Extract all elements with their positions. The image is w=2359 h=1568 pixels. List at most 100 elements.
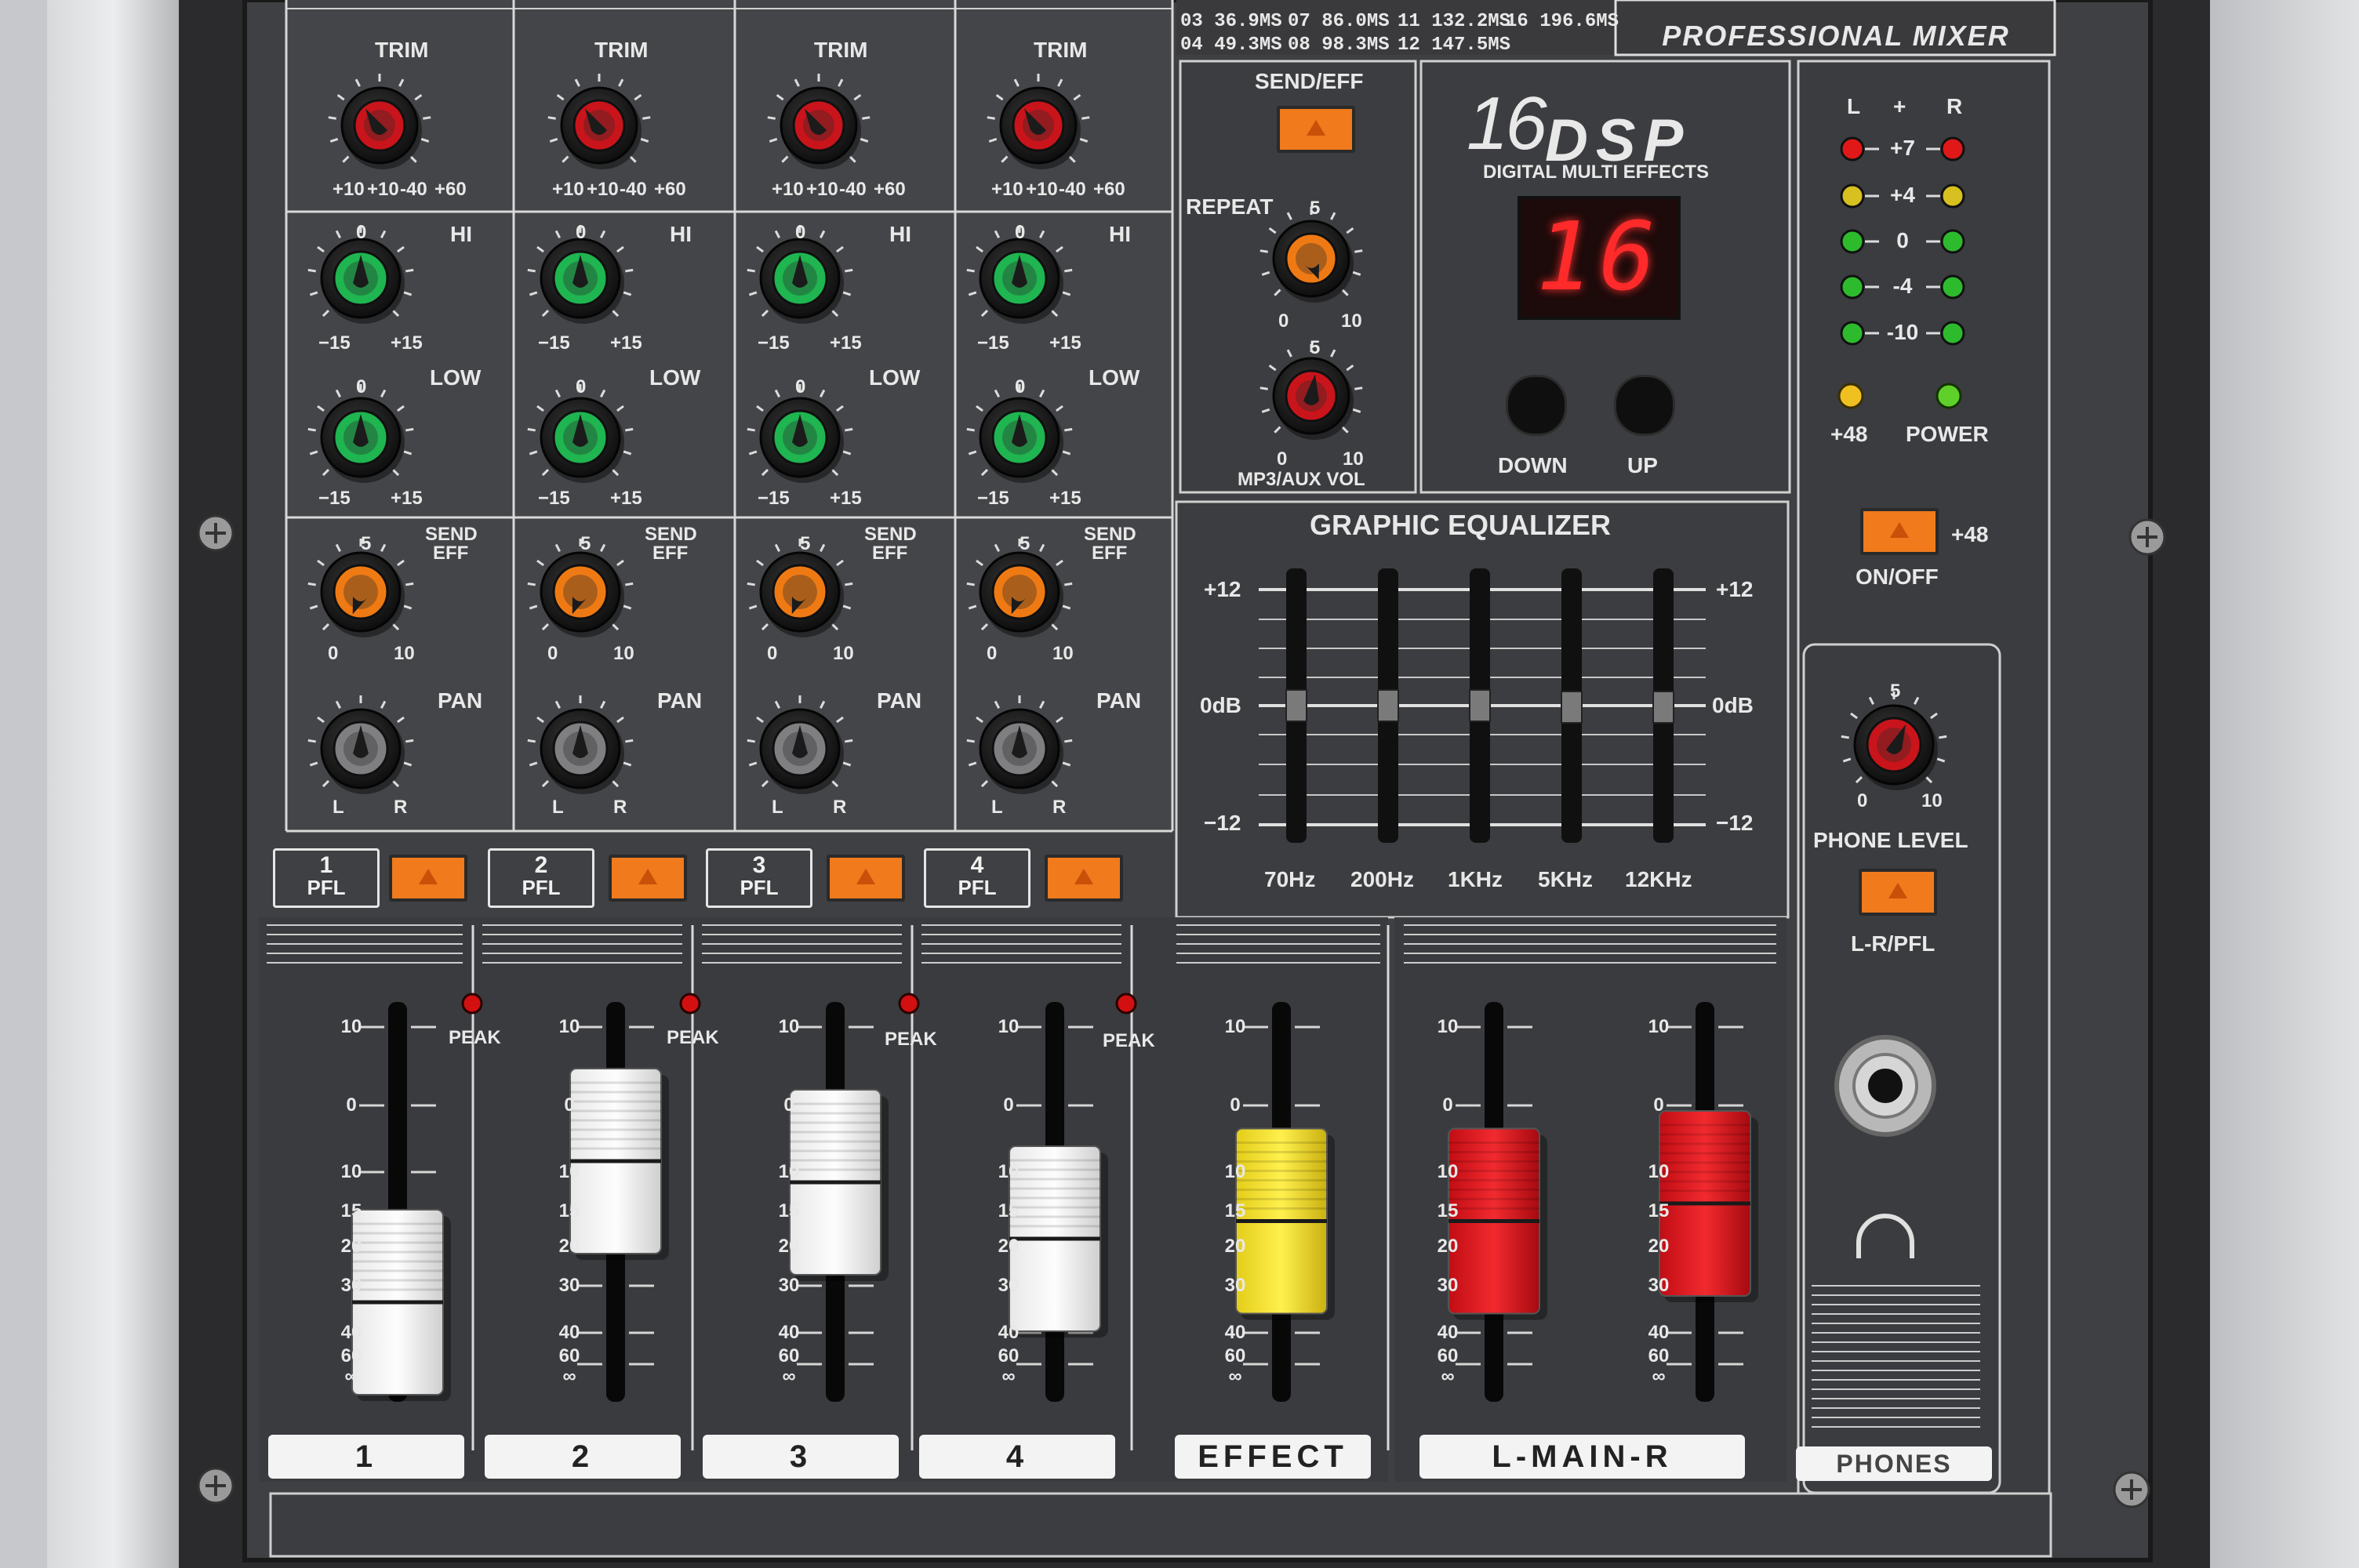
meter-r-label: R [1946, 94, 1963, 118]
send-eff-button[interactable] [1277, 106, 1355, 153]
trim-scale-ch3: -40 [839, 179, 867, 200]
geq-slider-200hz[interactable] [1370, 568, 1406, 843]
fader-scale-label: ∞ [562, 1366, 576, 1387]
phones-tag: PHONES [1796, 1446, 1992, 1481]
mp3-scale-min: 0 [1277, 448, 1288, 470]
trim-scale-ch1: +10 [367, 179, 399, 200]
pan-scale-r-ch1: R [394, 797, 408, 818]
hi-scale-max-ch2: +15 [610, 332, 642, 354]
fader-tag-main: L-MAIN-R [1419, 1435, 1745, 1479]
level-led [1840, 321, 1865, 346]
fader-scale-label: 60 [558, 1345, 580, 1367]
pan-scale-l-ch4: L [991, 797, 1003, 818]
geq-slider-5khz[interactable] [1554, 568, 1590, 843]
hi-scale-center-ch4: 0 [1015, 222, 1026, 243]
headphones-icon [1856, 1207, 1915, 1262]
fader-scale-label: ∞ [1441, 1366, 1455, 1387]
repeat-scale-min: 0 [1278, 310, 1289, 332]
down-button[interactable] [1506, 375, 1567, 436]
phantom-power-button[interactable] [1860, 508, 1939, 555]
fader-cap-ch2[interactable] [569, 1068, 669, 1260]
pan-label-ch2: PAN [657, 688, 703, 713]
fader-scale-label: 0 [1442, 1094, 1453, 1116]
fader-cap-main-r[interactable] [1659, 1110, 1758, 1302]
fader-cap-effect[interactable] [1235, 1127, 1335, 1320]
trim-scale-ch4: +60 [1093, 179, 1125, 200]
fader-cap-ch4[interactable] [1009, 1145, 1108, 1338]
geq-slider-70hz[interactable] [1278, 568, 1314, 843]
fader-scale-label: ∞ [1001, 1366, 1016, 1387]
low-scale-center-ch4: 0 [1015, 376, 1026, 397]
eff-label-ch2: EFF [652, 543, 689, 564]
fader-tag-ch2: 2 [485, 1435, 681, 1479]
fader-scale-label: 0 [1003, 1094, 1014, 1116]
trim-scale-ch2: +10 [587, 179, 619, 200]
lr-pfl-button[interactable] [1859, 869, 1937, 916]
fader-scale-label: 10 [1648, 1016, 1670, 1037]
repeat-scale-mid: 5 [1310, 198, 1321, 219]
mp3-scale-max: 10 [1343, 448, 1364, 470]
pfl-button-ch4[interactable] [1045, 855, 1123, 902]
send-label-ch1: SEND [425, 524, 478, 545]
low-scale-min-ch4: −15 [977, 488, 1009, 509]
phones-jack[interactable] [1837, 1037, 1934, 1134]
meter-l-label: L [1847, 94, 1861, 118]
low-scale-min-ch2: −15 [538, 488, 570, 509]
send-label-ch2: SEND [645, 524, 697, 545]
fader-scale-label: 10 [998, 1016, 1020, 1037]
geq-slider-1khz[interactable] [1462, 568, 1498, 843]
fader-cap-ch3[interactable] [789, 1089, 889, 1281]
fader-scale-label: 20 [1224, 1236, 1246, 1257]
fader-scale-label: 30 [998, 1275, 1020, 1296]
repeat-label: REPEAT [1186, 194, 1274, 219]
phone-level-label: PHONE LEVEL [1813, 828, 1968, 852]
fader-scale-label: 20 [778, 1236, 800, 1257]
eff-label-ch4: EFF [1092, 543, 1128, 564]
send-scale-mid-ch1: 5 [361, 533, 372, 554]
send-scale-mid-ch3: 5 [800, 533, 811, 554]
pfl-button-ch2[interactable] [609, 855, 687, 902]
pan-label-ch1: PAN [438, 688, 483, 713]
fader-scale-label: 30 [1437, 1275, 1459, 1296]
level-led [1940, 229, 1965, 254]
phantom-onoff-label: ON/OFF [1856, 564, 1939, 589]
fader-scale-label: 10 [778, 1161, 800, 1182]
trim-scale-ch4: +10 [991, 179, 1023, 200]
trim-scale-ch3: +60 [874, 179, 906, 200]
trim-scale-ch3: +10 [772, 179, 804, 200]
geq-scale-bottom-left: −12 [1204, 811, 1241, 835]
fader-cap-ch1[interactable] [351, 1209, 451, 1401]
geq-slider-12khz[interactable] [1645, 568, 1681, 843]
fader-scale-label: 15 [1437, 1200, 1459, 1221]
pan-label-ch4: PAN [1096, 688, 1142, 713]
fader-scale-label: 30 [778, 1275, 800, 1296]
send-scale-min-ch4: 0 [987, 643, 998, 664]
eff-label-ch3: EFF [872, 543, 908, 564]
pfl-label-ch4: 4 PFL [924, 848, 1030, 908]
phone-scale-mid: 5 [1890, 681, 1901, 702]
pfl-button-ch1[interactable] [389, 855, 467, 902]
meter-level-label: 0 [1879, 230, 1926, 252]
fader-cap-main-l[interactable] [1448, 1127, 1547, 1320]
low-scale-max-ch3: +15 [830, 488, 862, 509]
up-button[interactable] [1614, 375, 1675, 436]
fader-scale-label: 40 [558, 1322, 580, 1343]
hi-scale-max-ch3: +15 [830, 332, 862, 354]
pfl-button-ch3[interactable] [827, 855, 905, 902]
level-led [1940, 136, 1965, 162]
send-scale-max-ch4: 10 [1052, 643, 1074, 664]
hi-label-ch3: HI [889, 222, 911, 246]
pan-scale-l-ch2: L [552, 797, 564, 818]
geq-scale-mid-left: 0dB [1200, 693, 1241, 717]
low-scale-center-ch3: 0 [795, 376, 806, 397]
fader-scale-label: 20 [340, 1236, 362, 1257]
send-label-ch3: SEND [864, 524, 917, 545]
level-led [1840, 183, 1865, 209]
low-label-ch1: LOW [430, 365, 482, 390]
fader-scale-label: 10 [340, 1161, 362, 1182]
meter-level-label: -10 [1879, 321, 1926, 343]
trim-scale-ch4: -40 [1059, 179, 1086, 200]
fader-scale-label: 60 [1437, 1345, 1459, 1367]
pan-scale-r-ch2: R [613, 797, 627, 818]
fader-scale-label: 10 [1437, 1161, 1459, 1182]
